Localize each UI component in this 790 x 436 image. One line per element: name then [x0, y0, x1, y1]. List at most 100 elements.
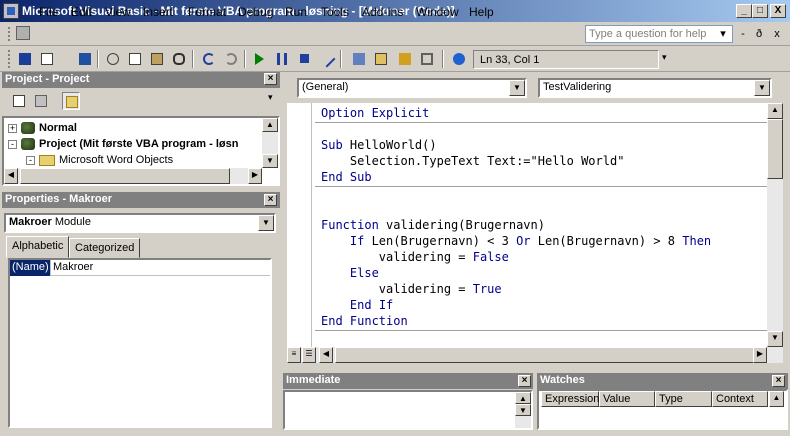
code-editor[interactable]: Option Explicit Sub HelloWorld() Selecti… [287, 103, 767, 347]
project-hscrollbar[interactable]: ◀ ▶ [4, 168, 262, 184]
menu-view[interactable]: View [105, 5, 131, 19]
menu-run[interactable]: Run [285, 5, 307, 19]
full-module-view-icon[interactable]: ☰ [302, 347, 316, 363]
code-line[interactable]: If Len(Brugernavn) < 3 Or Len(Brugernavn… [321, 234, 711, 248]
scroll-up-arrow-icon[interactable]: ▲ [767, 103, 783, 119]
menu-window[interactable]: Window [416, 5, 459, 19]
help-dropdown-icon[interactable]: ▾ [716, 27, 730, 41]
object-combo-dropdown-icon[interactable]: ▼ [509, 80, 525, 96]
watches-column-context[interactable]: Context [712, 391, 768, 407]
watches-column-expression[interactable]: Expression [541, 391, 599, 407]
code-line[interactable]: End Sub [321, 170, 372, 184]
properties-panel-close-button[interactable]: × [264, 194, 277, 206]
toolbar-grip[interactable] [8, 50, 14, 68]
property-name[interactable]: (Name) [10, 260, 50, 276]
procedure-view-icon[interactable]: ≡ [287, 347, 301, 363]
scroll-thumb[interactable] [335, 347, 755, 363]
vba-module-icon[interactable] [16, 26, 30, 40]
code-line[interactable]: Else [321, 266, 379, 280]
code-line[interactable]: End If [321, 298, 393, 312]
menu-tools[interactable]: Tools [321, 5, 349, 19]
doc-minimize-button[interactable]: - [736, 27, 750, 41]
toolbar-more-icon[interactable]: ▾ [268, 92, 273, 103]
code-line[interactable]: validering = False [321, 250, 509, 264]
copy-icon[interactable] [126, 50, 144, 68]
scroll-thumb[interactable] [20, 168, 230, 184]
paste-icon[interactable] [148, 50, 166, 68]
toolbar-options-icon[interactable]: ▾ [662, 52, 670, 70]
tree-item-word-objects[interactable]: - Microsoft Word Objects [26, 152, 173, 168]
project-explorer-icon[interactable] [350, 50, 368, 68]
expand-icon[interactable]: + [8, 123, 17, 133]
scroll-up-arrow-icon[interactable]: ▲ [769, 391, 784, 407]
view-word-icon[interactable] [16, 50, 34, 68]
object-browser-icon[interactable] [396, 50, 414, 68]
code-vscrollbar[interactable]: ▲ ▼ [767, 103, 783, 347]
help-icon[interactable] [450, 50, 468, 68]
project-panel-close-button[interactable]: × [264, 73, 277, 85]
property-value[interactable]: Makroer [51, 260, 270, 276]
watches-panel-close-button[interactable]: × [772, 375, 785, 387]
project-vscrollbar[interactable]: ▲ ▼ [262, 118, 278, 168]
minimize-button[interactable]: _ [736, 4, 752, 18]
reset-icon[interactable] [296, 50, 314, 68]
watches-column-value[interactable]: Value [599, 391, 655, 407]
menu-insert[interactable]: Insert [143, 5, 173, 19]
redo-icon[interactable] [222, 50, 240, 68]
vba-app-icon[interactable] [3, 3, 19, 19]
view-object-icon[interactable] [32, 92, 50, 110]
scroll-down-arrow-icon[interactable]: ▼ [262, 154, 278, 168]
object-dropdown-icon[interactable]: ▼ [258, 215, 274, 231]
close-button[interactable]: X [770, 4, 786, 18]
immediate-vscrollbar[interactable]: ▲ ▼ [515, 392, 531, 428]
scroll-right-arrow-icon[interactable]: ▶ [753, 347, 767, 363]
run-icon[interactable] [252, 50, 270, 68]
collapse-icon[interactable]: - [26, 155, 35, 165]
menu-help[interactable]: Help [469, 5, 494, 19]
code-line[interactable]: End Function [321, 314, 408, 328]
doc-close-button[interactable]: x [770, 27, 784, 41]
design-mode-icon[interactable] [318, 50, 336, 68]
code-line[interactable]: validering = True [321, 282, 502, 296]
tab-categorized[interactable]: Categorized [69, 238, 141, 258]
object-selector[interactable]: Makroer Module [4, 213, 276, 233]
scroll-down-arrow-icon[interactable]: ▼ [767, 331, 783, 347]
scroll-left-arrow-icon[interactable]: ◀ [4, 168, 18, 184]
scroll-left-arrow-icon[interactable]: ◀ [319, 347, 333, 363]
immediate-panel-close-button[interactable]: × [518, 375, 531, 387]
menu-add-ins[interactable]: Add-Ins [362, 5, 403, 19]
restore-button[interactable]: □ [752, 4, 768, 18]
menu-edit[interactable]: Edit [71, 5, 92, 19]
menu-file[interactable]: File [39, 5, 58, 19]
scroll-right-arrow-icon[interactable]: ▶ [248, 168, 262, 184]
doc-restore-button[interactable]: ð [752, 27, 766, 41]
collapse-icon[interactable]: - [8, 139, 17, 149]
tree-item-normal[interactable]: + Normal [8, 120, 77, 136]
tree-item-project[interactable]: - Project (Mit første VBA program - løsn [8, 136, 238, 152]
menu-format[interactable]: Format [188, 5, 226, 19]
toggle-folders-icon[interactable] [62, 92, 80, 110]
scroll-thumb[interactable] [767, 119, 783, 179]
code-line[interactable]: Sub HelloWorld() [321, 138, 437, 152]
view-code-icon[interactable] [10, 92, 28, 110]
help-search-input[interactable]: Type a question for help [585, 25, 733, 43]
insert-module-icon[interactable] [38, 50, 56, 68]
code-line[interactable]: Option Explicit [321, 106, 429, 120]
save-icon[interactable] [76, 50, 94, 68]
immediate-input[interactable]: ▲ ▼ [283, 390, 533, 430]
procedure-combo[interactable]: TestValidering [538, 78, 772, 98]
code-margin-indicator-bar[interactable] [287, 103, 312, 347]
object-combo[interactable]: (General) [297, 78, 527, 98]
code-line[interactable]: Function validering(Brugernavn) [321, 218, 545, 232]
scroll-up-arrow-icon[interactable]: ▲ [262, 118, 278, 132]
tab-alphabetic[interactable]: Alphabetic [6, 236, 70, 258]
scroll-up-arrow-icon[interactable]: ▲ [515, 392, 531, 404]
menu-debug[interactable]: Debug [238, 5, 273, 19]
cut-icon[interactable] [104, 50, 122, 68]
find-icon[interactable] [170, 50, 188, 68]
menu-grip[interactable] [8, 27, 14, 41]
code-line[interactable]: Selection.TypeText Text:="Hello World" [321, 154, 625, 168]
watches-column-type[interactable]: Type [655, 391, 712, 407]
break-icon[interactable] [274, 50, 292, 68]
scroll-down-arrow-icon[interactable]: ▼ [515, 404, 531, 416]
